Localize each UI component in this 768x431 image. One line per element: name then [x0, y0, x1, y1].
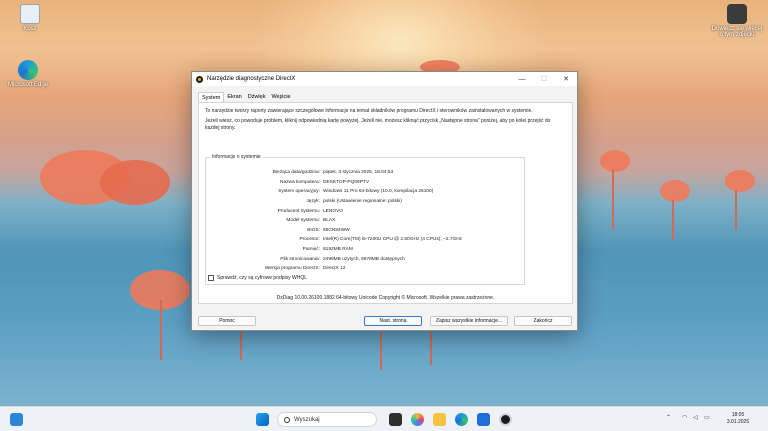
search-placeholder: Wyszukaj [294, 416, 320, 423]
info-label: Pamięć: [302, 247, 320, 253]
info-label: Nazwa komputera: [280, 179, 320, 185]
learn-about-picture-label: Dowiedz się więcej o tym zdjęciu [711, 26, 763, 38]
recycle-bin-icon [20, 4, 40, 24]
wallpaper-flamingo [660, 180, 690, 202]
info-value: DirectX 12 [323, 266, 346, 272]
info-label: Plik stronicowania: [280, 256, 320, 262]
wallpaper-flamingo-leg [160, 300, 162, 360]
info-row: Model systemu: BLAX [206, 216, 524, 226]
info-row: Producent systemu: LENOVO [206, 206, 524, 216]
intro-text: To narzędzie tworzy raporty zawierające … [205, 108, 533, 114]
learn-about-picture-shortcut[interactable]: Dowiedz się więcej o tym zdjęciu [710, 4, 764, 38]
info-label: Język: [306, 199, 320, 205]
chevron-up-icon[interactable]: ⌃ [666, 414, 671, 421]
clock[interactable]: 18:05 3.01.2025 [716, 412, 760, 426]
search-box[interactable]: Wyszukaj [277, 412, 377, 427]
recycle-bin-label: Kosz [23, 26, 37, 32]
wallpaper-flamingo [600, 150, 630, 172]
edge-shortcut[interactable]: Microsoft Edge [4, 60, 52, 88]
info-row: Nazwa komputera: DESKTOP-PQ09PTV [206, 178, 524, 188]
window-title: Narzędzie diagnostyczne DirectX [207, 76, 296, 82]
store-icon[interactable] [477, 413, 490, 426]
system-info-list: Bieżąca data/godzina: piątek, 3 stycznia … [206, 168, 524, 274]
help-text: Jeżeli wiesz, co powoduje problem, klikn… [205, 118, 551, 131]
info-label: Producent systemu: [277, 208, 320, 214]
system-info-group: Informacje o systemie Bieżąca data/godzi… [205, 154, 525, 285]
wallpaper-flamingo [100, 160, 170, 205]
info-row: Wersja programu DirectX: DirectX 12 [206, 264, 524, 274]
info-label: Model systemu: [286, 218, 320, 224]
whql-label: Sprawdź, czy są cyfrowe podpisy WHQL [217, 275, 308, 281]
directx-icon [196, 75, 203, 83]
wallpaper-flamingo-leg [672, 200, 674, 240]
wifi-icon[interactable]: ◠ [682, 414, 687, 421]
group-title: Informacje o systemie [210, 154, 263, 160]
search-icon [284, 416, 290, 423]
info-value: LENOVO [323, 208, 343, 214]
wallpaper-flamingo-leg [735, 190, 737, 230]
whql-option[interactable]: Sprawdź, czy są cyfrowe podpisy WHQL [208, 275, 307, 281]
info-label: Bieżąca data/godzina: [272, 170, 320, 176]
version-note: DxDiag 10.00.26100.1882 64-bitowy Unicod… [276, 295, 495, 301]
edge-taskbar-icon[interactable] [455, 413, 468, 426]
minimize-button[interactable]: — [511, 72, 533, 86]
info-row: Pamięć: 8192MB RAM [206, 245, 524, 255]
info-value: piątek, 3 stycznia 2025, 18:04:53 [323, 170, 394, 176]
tab-strip: System Ekran Dźwięk Wejście [192, 86, 577, 103]
dxdiag-taskbar-icon[interactable] [499, 413, 512, 426]
edge-icon [18, 60, 38, 80]
info-value: polski (Ustawienie regionalne: polski) [323, 199, 402, 205]
info-label: Procesor: [299, 237, 320, 243]
info-row: Język: polski (Ustawienie regionalne: pol… [206, 197, 524, 207]
save-all-info-button[interactable]: Zapisz wszystkie informacje... [430, 316, 508, 326]
taskbar: Wyszukaj ⌃ ◠ ◁ ▭ 18:05 3.01.2025 [0, 406, 768, 431]
info-row: System operacyjny: Windows 11 Pro 64-bito… [206, 187, 524, 197]
speaker-icon[interactable]: ◁ [693, 414, 698, 421]
info-label: Wersja programu DirectX: [264, 266, 320, 272]
info-value: Intel(R) Core(TM) i5-7200U CPU @ 2.50GHz… [323, 237, 463, 243]
wallpaper-flamingo-leg [430, 325, 432, 365]
info-row: Plik stronicowania: 2499MB użytych, 6978M… [206, 254, 524, 264]
close-button[interactable]: ✕ [555, 72, 577, 86]
info-value: BLAX [323, 218, 336, 224]
wallpaper-flamingo [725, 170, 755, 192]
file-explorer-icon[interactable] [433, 413, 446, 426]
info-value: 8192MB RAM [323, 247, 353, 253]
info-value: DESKTOP-PQ09PTV [323, 179, 370, 185]
camera-icon [727, 4, 747, 24]
task-view-icon[interactable] [389, 413, 402, 426]
info-row: BIOS: 65CN94WW [206, 226, 524, 236]
help-button[interactable]: Pomoc [198, 316, 256, 326]
info-row: Procesor: Intel(R) Core(TM) i5-7200U CPU … [206, 235, 524, 245]
exit-button[interactable]: Zakończ [514, 316, 572, 326]
widgets-icon[interactable] [10, 413, 23, 426]
info-label: BIOS: [307, 227, 320, 233]
start-icon[interactable] [256, 413, 269, 426]
next-page-button[interactable]: Nast. strona [364, 316, 422, 326]
clock-date: 3.01.2025 [726, 419, 750, 425]
button-row: Pomoc Nast. strona Zapisz wszystkie info… [192, 316, 577, 328]
info-row: Bieżąca data/godzina: piątek, 3 stycznia … [206, 168, 524, 178]
maximize-button[interactable]: ☐ [533, 72, 555, 86]
edge-label: Microsoft Edge [7, 82, 49, 88]
info-value: 2499MB użytych, 6978MB dostępnych [323, 256, 405, 262]
whql-checkbox[interactable] [208, 275, 214, 281]
info-value: 65CN94WW [323, 227, 350, 233]
clock-time: 18:05 [731, 412, 745, 418]
title-bar[interactable]: Narzędzie diagnostyczne DirectX — ☐ ✕ [192, 72, 577, 86]
recycle-bin-shortcut[interactable]: Kosz [6, 4, 54, 32]
dxdiag-window: Narzędzie diagnostyczne DirectX — ☐ ✕ Sy… [191, 71, 578, 331]
info-value: Windows 11 Pro 64-bitowy (10.0, kompilac… [323, 189, 434, 195]
info-label: System operacyjny: [278, 189, 320, 195]
battery-icon[interactable]: ▭ [704, 414, 710, 421]
copilot-icon[interactable] [411, 413, 424, 426]
tab-content: To narzędzie tworzy raporty zawierające … [198, 102, 573, 304]
wallpaper-flamingo-leg [612, 170, 614, 230]
